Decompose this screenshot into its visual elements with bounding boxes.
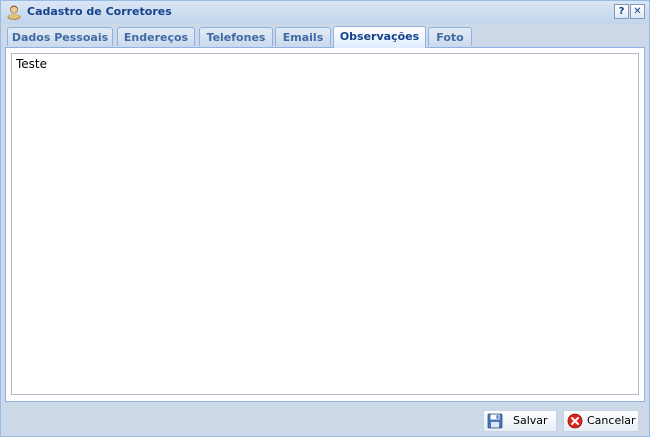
tab-telefones[interactable]: Telefones	[199, 27, 273, 46]
tab-panel-observacoes: Teste	[5, 48, 645, 402]
tab-dados-pessoais[interactable]: Dados Pessoais	[7, 27, 113, 46]
dialog-window: Cadastro de Corretores ? ✕ Dados Pessoai…	[0, 0, 650, 437]
tab-enderecos[interactable]: Endereços	[117, 27, 195, 46]
cancel-circle-icon	[567, 413, 583, 429]
tab-observacoes[interactable]: Observações	[333, 26, 426, 48]
tab-strip: Dados Pessoais Endereços Telefones Email…	[5, 25, 645, 48]
floppy-disk-icon	[487, 413, 503, 429]
broker-user-icon	[6, 4, 22, 20]
cancel-button-label: Cancelar	[587, 414, 636, 427]
tab-emails[interactable]: Emails	[275, 27, 331, 46]
tab-foto[interactable]: Foto	[428, 27, 472, 46]
help-button[interactable]: ?	[614, 4, 629, 19]
save-button-label: Salvar	[513, 414, 548, 427]
cancel-button[interactable]: Cancelar	[563, 410, 639, 432]
close-button[interactable]: ✕	[630, 4, 645, 19]
observacoes-textarea[interactable]: Teste	[11, 53, 639, 395]
window-title: Cadastro de Corretores	[27, 5, 172, 18]
question-icon: ?	[618, 6, 625, 17]
save-button[interactable]: Salvar	[483, 410, 557, 432]
title-bar[interactable]: Cadastro de Corretores ? ✕	[1, 1, 649, 24]
close-icon: ✕	[633, 6, 642, 17]
